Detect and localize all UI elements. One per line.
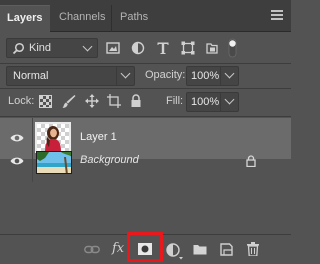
link-layers-icon[interactable]: [84, 245, 100, 255]
lock-all-icon[interactable]: [130, 94, 142, 108]
search-icon: [12, 42, 25, 55]
panel-menu-icon[interactable]: [271, 10, 283, 20]
chevron-down-icon: [224, 68, 235, 79]
blend-mode-chevron-box: [116, 67, 134, 85]
divider: [0, 116, 291, 117]
fx-icon[interactable]: fx: [112, 241, 124, 256]
fill-slider-toggle[interactable]: [220, 93, 238, 111]
chevron-down-icon: [120, 68, 131, 79]
chevron-down-icon: [82, 41, 93, 52]
adjustment-filter-icon[interactable]: [131, 41, 145, 55]
new-group-icon[interactable]: [193, 244, 207, 255]
lock-transparent-pixels-icon[interactable]: [39, 95, 52, 108]
type-filter-icon[interactable]: [156, 41, 170, 55]
tab-strip: Layers Channels Paths: [0, 0, 291, 32]
tab-channels[interactable]: Channels: [50, 5, 112, 32]
layers-panel: Layers Channels Paths Kind Normal Opacit…: [0, 0, 291, 264]
opacity-field[interactable]: 100%: [186, 66, 239, 86]
opacity-label: Opacity:: [145, 69, 186, 81]
blend-mode-value: Normal: [13, 70, 49, 82]
layer-thumbnail[interactable]: [36, 151, 72, 174]
lock-icon[interactable]: [246, 155, 256, 167]
shape-filter-icon[interactable]: [181, 41, 195, 55]
eye-icon: [10, 157, 24, 165]
layer-row-background[interactable]: Background: [0, 141, 291, 182]
tab-paths[interactable]: Paths: [112, 5, 160, 32]
add-mask-highlight-box: [127, 232, 163, 262]
chevron-down-icon: [224, 94, 235, 105]
tab-layers[interactable]: Layers: [0, 5, 50, 32]
blend-row: Normal Opacity: 100%: [0, 64, 291, 87]
new-layer-icon[interactable]: [220, 243, 233, 256]
filter-row: Kind: [0, 33, 291, 64]
smart-object-filter-icon[interactable]: [205, 41, 219, 55]
beach-image: [37, 152, 71, 173]
lock-artboard-icon[interactable]: [107, 94, 121, 108]
blend-mode-dropdown[interactable]: Normal: [6, 66, 135, 86]
adjustment-layer-icon[interactable]: [166, 243, 183, 260]
lock-row: Lock: Fill: 100%: [0, 89, 291, 115]
fill-value[interactable]: 100%: [191, 96, 219, 108]
layer-name[interactable]: Background: [80, 154, 139, 166]
lock-image-pixels-icon[interactable]: [62, 94, 76, 109]
trash-icon[interactable]: [247, 242, 259, 256]
visibility-toggle[interactable]: [0, 141, 33, 182]
opacity-value[interactable]: 100%: [191, 70, 219, 82]
filter-toggle-icon[interactable]: [228, 38, 237, 58]
lock-position-icon[interactable]: [85, 94, 99, 108]
kind-filter-label: Kind: [29, 42, 52, 54]
fill-field[interactable]: 100%: [186, 92, 239, 112]
image-filter-icon[interactable]: [106, 41, 120, 55]
opacity-slider-toggle[interactable]: [220, 67, 238, 85]
lock-label: Lock:: [8, 95, 35, 107]
fill-label: Fill:: [166, 95, 184, 107]
kind-filter-dropdown[interactable]: Kind: [6, 38, 98, 58]
